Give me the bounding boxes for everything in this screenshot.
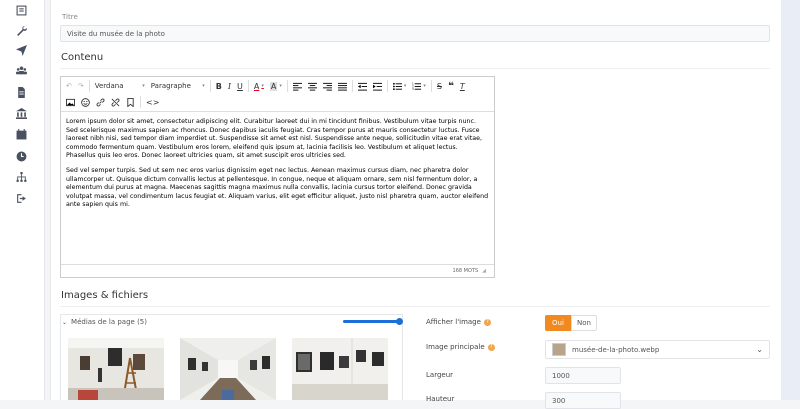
image-thumbnail-icon — [552, 343, 566, 356]
thumbnail-size-slider[interactable] — [343, 320, 401, 323]
hauteur-input[interactable]: 300 — [545, 392, 621, 409]
bank-icon[interactable] — [14, 107, 28, 119]
divider — [60, 68, 770, 69]
unlink-icon[interactable] — [108, 95, 123, 109]
outdent-icon[interactable] — [355, 79, 370, 93]
titre-input[interactable]: Visite du musée de la photo — [60, 25, 770, 42]
resize-handle-icon[interactable]: ◢ — [482, 268, 486, 274]
indent-icon[interactable] — [370, 79, 385, 93]
oui-button[interactable]: Oui — [545, 315, 571, 331]
toolbar-row-1: ↶ ↷ Verdana ▾ Paragraphe ▾ B I U A ▾ A ▾ ▾ 1… — [63, 78, 468, 94]
media-thumbnail[interactable] — [68, 338, 164, 400]
align-center-icon[interactable] — [305, 79, 320, 93]
strikethrough-icon[interactable]: S — [434, 79, 445, 93]
align-right-icon[interactable] — [320, 79, 335, 93]
svg-text:3: 3 — [412, 87, 414, 91]
undo-icon[interactable]: ↶ — [63, 79, 75, 93]
largeur-label: Largeur — [426, 371, 454, 379]
non-button[interactable]: Non — [571, 315, 597, 331]
chevron-down-icon: ⌄ — [756, 345, 763, 354]
largeur-input[interactable]: 1000 — [545, 367, 621, 384]
bullet-list-icon[interactable]: ▾ — [390, 79, 410, 93]
image-principale-value: musée-de-la-photo.webp — [572, 345, 660, 354]
italic-icon[interactable]: I — [225, 79, 234, 93]
sidebar — [0, 0, 45, 400]
numbered-list-icon[interactable]: 1 2 3 ▾ — [409, 79, 429, 93]
titre-label: Titre — [62, 13, 78, 21]
image-principale-select[interactable]: musée-de-la-photo.webp ⌄ — [545, 340, 770, 359]
underline-icon[interactable]: U — [234, 79, 246, 93]
source-code-icon[interactable]: <> — [143, 95, 162, 109]
redo-icon[interactable]: ↷ — [75, 79, 87, 93]
largeur-value: 1000 — [552, 371, 570, 380]
toolbar-row-2: <> — [63, 94, 162, 110]
logout-icon[interactable] — [14, 192, 28, 204]
bg-color-icon[interactable]: A ▾ — [267, 79, 285, 93]
wrench-icon[interactable] — [14, 24, 28, 36]
editor-content[interactable]: Lorem ipsum dolor sit amet, consectetur … — [61, 111, 494, 265]
chevron-down-icon: ⌄ — [62, 319, 68, 326]
font-select[interactable]: Verdana ▾ — [92, 79, 148, 93]
link-icon[interactable] — [93, 95, 108, 109]
list-icon[interactable] — [14, 4, 28, 16]
bold-icon[interactable]: B — [213, 79, 225, 93]
image-principale-label: Image principale? — [426, 343, 495, 351]
users-icon[interactable] — [14, 64, 28, 76]
media-thumbnail[interactable] — [292, 338, 388, 400]
clock-icon[interactable] — [14, 150, 28, 162]
contenu-heading: Contenu — [61, 52, 104, 63]
background — [780, 0, 800, 400]
emoji-icon[interactable] — [78, 95, 93, 109]
send-icon[interactable] — [14, 44, 28, 56]
blockquote-icon[interactable]: ❝ — [445, 79, 457, 93]
paragraph: Lorem ipsum dolor sit amet, consectetur … — [66, 118, 482, 160]
slider-handle[interactable] — [396, 318, 403, 325]
image-icon[interactable] — [63, 95, 78, 109]
divider — [60, 306, 770, 307]
text-color-icon[interactable]: A ▾ — [251, 79, 267, 93]
media-toggle[interactable]: ⌄ Médias de la page (5) — [62, 318, 147, 326]
calendar-icon[interactable] — [14, 128, 28, 140]
hauteur-value: 300 — [552, 396, 566, 405]
rich-text-editor[interactable]: ↶ ↷ Verdana ▾ Paragraphe ▾ B I U A ▾ A ▾ ▾ 1… — [60, 76, 495, 278]
afficher-image-label: Afficher l'image? — [426, 318, 491, 326]
clear-format-icon[interactable]: T — [457, 79, 468, 93]
align-left-icon[interactable] — [290, 79, 305, 93]
document-icon[interactable] — [14, 86, 28, 98]
titre-value: Visite du musée de la photo — [67, 29, 165, 38]
info-icon: ? — [483, 318, 491, 326]
paragraph: Sed vel semper turpis. Sed ut sem nec er… — [66, 166, 489, 209]
sitemap-icon[interactable] — [14, 171, 28, 183]
hauteur-label: Hauteur — [426, 395, 455, 403]
images-heading: Images & fichiers — [61, 290, 149, 301]
info-icon: ? — [487, 343, 495, 351]
word-count: 168 MOTS — [452, 268, 479, 274]
format-select[interactable]: Paragraphe ▾ — [148, 79, 208, 93]
media-label: Médias de la page (5) — [71, 318, 147, 326]
align-justify-icon[interactable] — [335, 79, 350, 93]
bookmark-icon[interactable] — [123, 95, 138, 109]
editor-statusbar: 168 MOTS ◢ — [61, 264, 494, 277]
media-thumbnail[interactable] — [180, 338, 276, 400]
